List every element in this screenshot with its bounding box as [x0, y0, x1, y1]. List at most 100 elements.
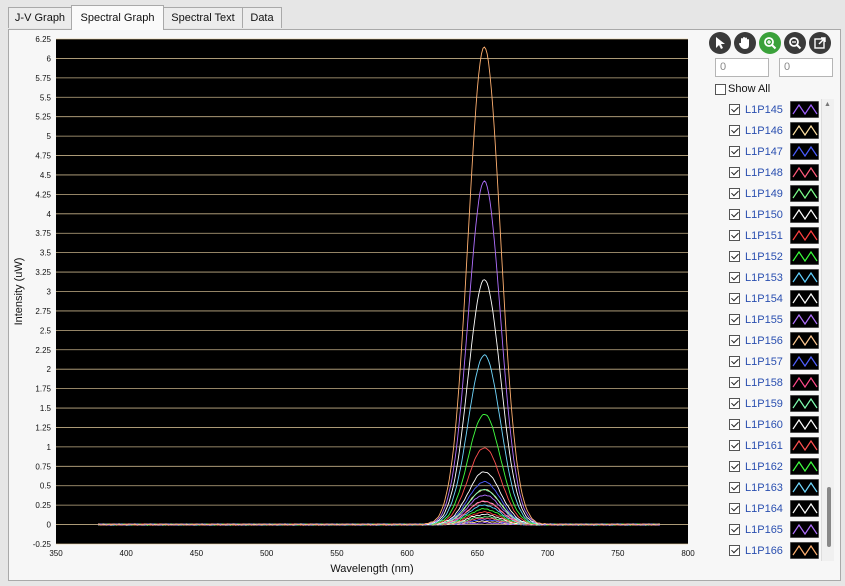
legend-item[interactable]: L1P149 [724, 183, 820, 204]
tab-data[interactable]: Data [242, 7, 282, 28]
legend-checkbox[interactable] [729, 272, 740, 283]
y-axis-ticks: -0.25 0 0.25 0.5 0.75 1 1.25 1.5 1.75 2 2.25 2.5 2.7… [33, 35, 52, 549]
legend-swatch[interactable] [790, 185, 819, 202]
legend-swatch[interactable] [790, 311, 819, 328]
legend-item[interactable]: L1P155 [724, 309, 820, 330]
legend-swatch[interactable] [790, 164, 819, 181]
legend-checkbox[interactable] [729, 524, 740, 535]
zoom-in-tool-button[interactable] [759, 32, 781, 54]
legend-swatch[interactable] [790, 374, 819, 391]
legend-swatch[interactable] [790, 542, 819, 559]
expand-tool-button[interactable] [809, 32, 831, 54]
legend-checkbox[interactable] [729, 461, 740, 472]
tab-jv-graph[interactable]: J-V Graph [8, 7, 72, 28]
legend-checkbox[interactable] [729, 209, 740, 220]
legend-checkbox[interactable] [729, 167, 740, 178]
legend-checkbox[interactable] [729, 398, 740, 409]
scroll-thumb[interactable] [827, 487, 831, 547]
legend-scrollbar[interactable]: ▲ [821, 99, 834, 561]
legend-item[interactable]: L1P151 [724, 225, 820, 246]
legend-item[interactable]: L1P160 [724, 414, 820, 435]
legend-swatch[interactable] [790, 395, 819, 412]
pan-tool-button[interactable] [734, 32, 756, 54]
legend-item[interactable]: L1P147 [724, 141, 820, 162]
legend-item[interactable]: L1P158 [724, 372, 820, 393]
legend-label: L1P163 [745, 481, 783, 494]
legend-label: L1P149 [745, 187, 783, 200]
legend-swatch[interactable] [790, 269, 819, 286]
legend-item[interactable]: L1P159 [724, 393, 820, 414]
legend-label: L1P157 [745, 355, 783, 368]
legend-swatch[interactable] [790, 143, 819, 160]
legend-checkbox[interactable] [729, 293, 740, 304]
legend-checkbox[interactable] [729, 377, 740, 388]
legend-swatch[interactable] [790, 353, 819, 370]
legend-swatch[interactable] [790, 332, 819, 349]
legend-swatch[interactable] [790, 101, 819, 118]
legend-swatch[interactable] [790, 248, 819, 265]
legend-item[interactable]: L1P148 [724, 162, 820, 183]
legend-item[interactable]: L1P150 [724, 204, 820, 225]
legend-checkbox[interactable] [729, 251, 740, 262]
legend-item[interactable]: L1P156 [724, 330, 820, 351]
legend-item[interactable]: L1P164 [724, 498, 820, 519]
legend-swatch[interactable] [790, 479, 819, 496]
legend-item[interactable]: L1P154 [724, 288, 820, 309]
legend-checkbox[interactable] [729, 188, 740, 199]
zoom-out-tool-button[interactable] [784, 32, 806, 54]
legend-swatch[interactable] [790, 227, 819, 244]
y-tick-label: 4.75 [35, 152, 51, 161]
legend-swatch[interactable] [790, 206, 819, 223]
legend-item[interactable]: L1P165 [724, 519, 820, 540]
x-tick-label: 450 [190, 549, 204, 558]
legend-checkbox[interactable] [729, 314, 740, 325]
legend-item[interactable]: L1P161 [724, 435, 820, 456]
legend-label: L1P155 [745, 313, 783, 326]
legend-label: L1P154 [745, 292, 783, 305]
legend-checkbox[interactable] [729, 125, 740, 136]
show-all-label: Show All [728, 83, 771, 95]
legend-swatch[interactable] [790, 437, 819, 454]
legend-swatch[interactable] [790, 290, 819, 307]
legend-item[interactable]: L1P153 [724, 267, 820, 288]
legend-label: L1P147 [745, 145, 783, 158]
legend-item[interactable]: L1P166 [724, 540, 820, 561]
legend-checkbox[interactable] [729, 104, 740, 115]
tab-spectral-graph[interactable]: Spectral Graph [71, 5, 164, 30]
legend-checkbox[interactable] [729, 146, 740, 157]
scroll-up-icon[interactable]: ▲ [824, 101, 831, 108]
legend-label: L1P152 [745, 250, 783, 263]
legend-checkbox[interactable] [729, 335, 740, 346]
legend-swatch[interactable] [790, 122, 819, 139]
legend-checkbox[interactable] [729, 503, 740, 514]
legend-swatch[interactable] [790, 500, 819, 517]
legend-checkbox[interactable] [729, 356, 740, 367]
tab-spectral-text[interactable]: Spectral Text [163, 7, 243, 28]
y-tick-label: 2.25 [35, 346, 51, 355]
legend-checkbox[interactable] [729, 545, 740, 556]
x-tick-label: 550 [330, 549, 344, 558]
legend-item[interactable]: L1P163 [724, 477, 820, 498]
legend-checkbox[interactable] [729, 482, 740, 493]
show-all-control[interactable]: Show All [715, 83, 770, 95]
legend-checkbox[interactable] [729, 230, 740, 241]
legend-item[interactable]: L1P157 [724, 351, 820, 372]
y-tick-label: 3 [47, 288, 52, 297]
legend-checkbox[interactable] [729, 419, 740, 430]
legend-item[interactable]: L1P162 [724, 456, 820, 477]
legend-item[interactable]: L1P152 [724, 246, 820, 267]
legend-item[interactable]: L1P146 [724, 120, 820, 141]
legend-label: L1P166 [745, 544, 783, 557]
spectral-chart[interactable]: -0.25 0 0.25 0.5 0.75 1 1.25 1.5 1.75 2 2.25 2.5 2.7… [8, 30, 708, 585]
show-all-checkbox[interactable] [715, 83, 726, 95]
legend-swatch[interactable] [790, 521, 819, 538]
legend-checkbox[interactable] [729, 440, 740, 451]
cursor-tool-button[interactable] [709, 32, 731, 54]
legend-item[interactable]: L1P145 [724, 99, 820, 120]
legend-swatch[interactable] [790, 416, 819, 433]
x-tick-label: 350 [49, 549, 63, 558]
legend-swatch[interactable] [790, 458, 819, 475]
y-tick-label: 1.25 [35, 423, 51, 432]
min-value-field[interactable]: 0 [715, 58, 769, 77]
max-value-field[interactable]: 0 [779, 58, 833, 77]
